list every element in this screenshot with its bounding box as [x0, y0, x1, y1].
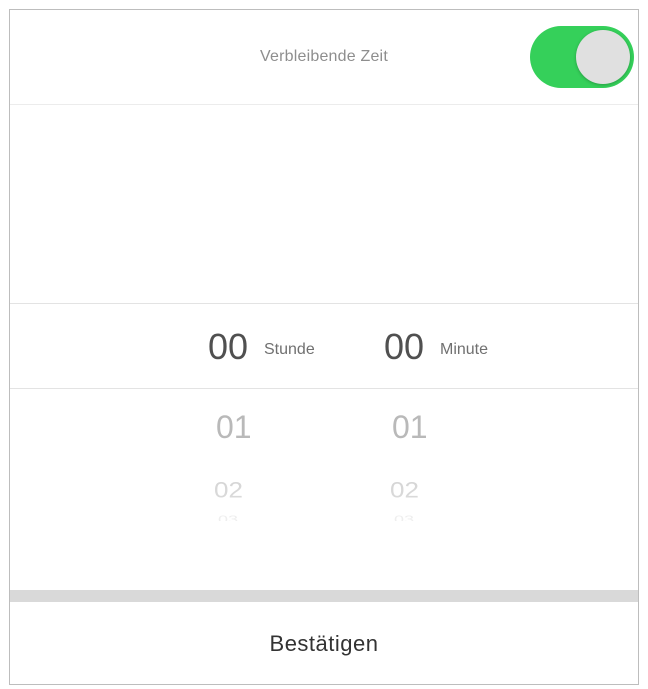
time-wheel-picker: 00 Stunde 01 02 03 00 Minute 01 02 03: [10, 303, 638, 587]
minutes-option[interactable]: 02: [390, 477, 419, 503]
minutes-option[interactable]: 03: [394, 515, 414, 521]
minutes-selected-value: 00: [384, 326, 425, 367]
blank-area: [10, 105, 638, 303]
minutes-wheel[interactable]: 00 Minute 01 02 03: [384, 303, 534, 587]
divider: [10, 590, 638, 602]
minutes-option[interactable]: 01: [392, 409, 428, 445]
header: Verbleibende Zeit: [10, 10, 638, 105]
hours-wheel[interactable]: 00 Stunde 01 02 03: [208, 303, 358, 587]
hours-option[interactable]: 03: [218, 515, 238, 521]
minutes-unit-label: Minute: [440, 341, 489, 358]
hours-option[interactable]: 01: [216, 409, 252, 445]
hours-selected-value: 00: [208, 326, 249, 367]
hours-option[interactable]: 02: [214, 477, 243, 503]
hours-unit-label: Stunde: [264, 341, 315, 358]
toggle-knob: [576, 30, 630, 84]
confirm-button[interactable]: Bestätigen: [10, 602, 638, 684]
remaining-time-toggle[interactable]: [530, 26, 634, 88]
time-picker-dialog: Verbleibende Zeit 00 Stunde 01 02 03 00 …: [9, 9, 639, 685]
